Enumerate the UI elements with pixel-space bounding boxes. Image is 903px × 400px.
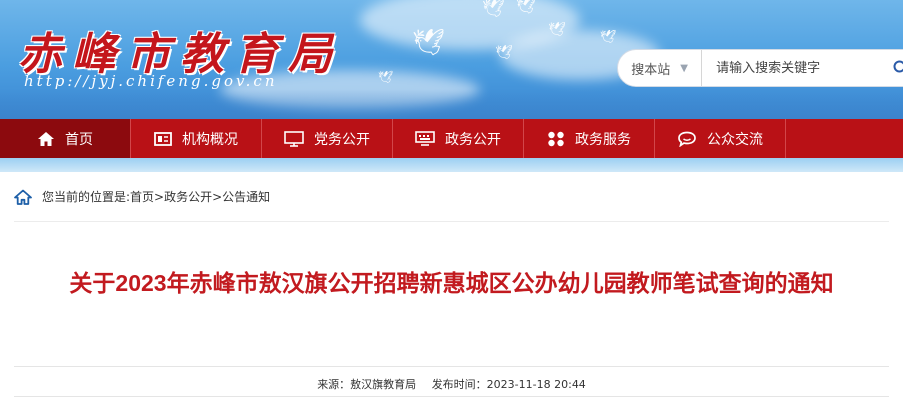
home-icon	[38, 131, 54, 146]
meta-divider-top	[14, 366, 889, 367]
service-icon	[548, 131, 564, 146]
search-scope-label: 搜本站	[631, 62, 671, 78]
dove-icon: 🕊	[412, 28, 446, 58]
search-box: 搜本站 ▼	[617, 49, 903, 87]
dove-icon: 🕊	[600, 30, 617, 45]
dove-icon: 🕊	[516, 0, 537, 15]
nav-item-home[interactable]: 首页	[0, 119, 131, 158]
search-icon	[893, 60, 903, 73]
chevron-down-icon: ▼	[680, 62, 688, 74]
search-input[interactable]	[702, 50, 887, 86]
main-nav: 首页 机构概况 党务公开 政务公开 政务服务 公众交流	[0, 119, 903, 158]
nav-item-public[interactable]: 公众交流	[655, 119, 786, 158]
dove-icon: 🕊	[548, 22, 566, 38]
dove-icon: 🕊	[378, 70, 394, 84]
nav-item-service[interactable]: 政务服务	[524, 119, 655, 158]
search-scope-select[interactable]: 搜本站 ▼	[618, 50, 703, 86]
nav-item-label: 政务公开	[445, 131, 501, 148]
meta-divider-bottom	[14, 396, 889, 397]
article-date: 发布时间：2023-11-18 20:44	[431, 378, 586, 391]
nav-item-org[interactable]: 机构概况	[131, 119, 262, 158]
org-icon	[154, 131, 172, 146]
site-url: http://jyj.chifeng.gov.cn	[24, 72, 278, 90]
article-meta: 来源：敖汉旗教育局 发布时间：2023-11-18 20:44	[0, 376, 903, 392]
dove-icon: 🕊	[482, 0, 505, 19]
banner-water	[0, 89, 903, 119]
nav-item-label: 党务公开	[314, 131, 370, 148]
monitor-icon	[284, 130, 304, 147]
keyboard-icon	[415, 130, 435, 146]
nav-item-label: 机构概况	[182, 131, 238, 148]
site-banner: 🕊 🕊 🕊 🕊 🕊 🕊 🕊 赤峰市教育局 http://jyj.chifeng.…	[0, 0, 903, 119]
article-title: 关于2023年赤峰市敖汉旗公开招聘新惠城区公办幼儿园教师笔试查询的通知	[69, 270, 834, 296]
nav-decor-strip	[0, 158, 903, 172]
search-button[interactable]	[886, 50, 903, 86]
home-icon[interactable]	[14, 189, 32, 205]
article-source: 来源：敖汉旗教育局	[317, 378, 417, 391]
nav-item-label: 首页	[65, 131, 93, 148]
nav-item-gov[interactable]: 政务公开	[393, 119, 524, 158]
nav-item-label: 公众交流	[707, 131, 763, 148]
nav-item-label: 政务服务	[575, 131, 631, 148]
breadcrumb: 您当前的位置是:首页>政务公开>公告通知	[14, 188, 270, 205]
breadcrumb-text[interactable]: 您当前的位置是:首页>政务公开>公告通知	[42, 188, 270, 205]
section-divider	[14, 221, 889, 222]
nav-item-party[interactable]: 党务公开	[262, 119, 393, 158]
dove-icon: 🕊	[495, 45, 513, 61]
chat-icon	[678, 131, 696, 147]
